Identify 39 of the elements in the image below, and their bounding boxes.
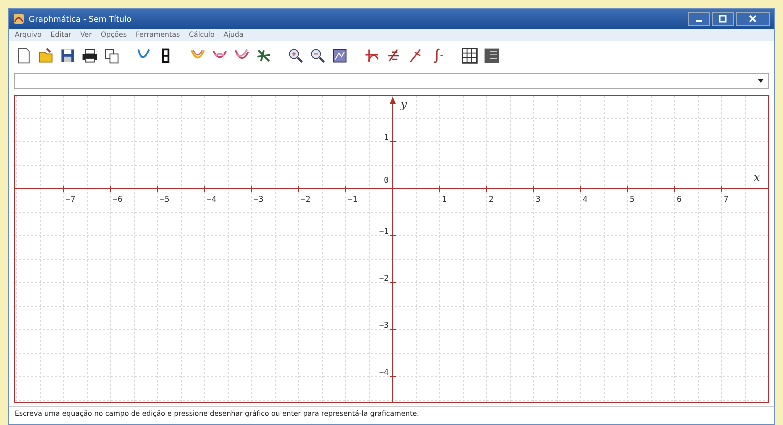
window-title: Graphmática - Sem Título <box>29 14 132 24</box>
y-tick-label: −3 <box>379 321 389 330</box>
new-document-icon[interactable] <box>15 47 33 65</box>
minimize-button[interactable] <box>688 12 710 26</box>
zoom-in-icon[interactable] <box>287 47 305 65</box>
x-tick-label: 1 <box>442 195 447 204</box>
y-tick-label: −1 <box>379 227 389 236</box>
maximize-button[interactable] <box>712 12 734 26</box>
x-tick-label: −4 <box>207 195 217 204</box>
copy-icon[interactable] <box>103 47 121 65</box>
close-button[interactable] <box>736 12 770 26</box>
origin-label: 0 <box>384 176 389 185</box>
x-tick-label: −2 <box>301 195 311 204</box>
x-tick-label: 7 <box>724 195 729 204</box>
app-icon <box>13 13 25 25</box>
close-icon <box>749 15 757 23</box>
x-tick-label: −6 <box>113 195 123 204</box>
y-axis-label: y <box>401 98 408 111</box>
x-tick-label: 5 <box>630 195 635 204</box>
print-icon[interactable] <box>81 47 99 65</box>
x-tick-label: 3 <box>536 195 541 204</box>
graph-plot[interactable]: −7 −6 −5 −4 −3 −2 −1 1 2 3 4 5 6 7 1 −1 −2 −3 −4 0 y x <box>15 96 768 402</box>
folder-icon[interactable] <box>37 47 55 65</box>
x-axis-label: x <box>754 171 760 184</box>
x-tick-label: 6 <box>677 195 682 204</box>
dropdown-arrow-icon[interactable] <box>757 78 765 84</box>
y-tick-label: −4 <box>379 368 389 377</box>
x-tick-label: 4 <box>583 195 588 204</box>
maximize-icon <box>719 15 727 23</box>
zoom-out-icon[interactable] <box>309 47 327 65</box>
y-tick-label: 1 <box>384 133 389 142</box>
equation-field[interactable] <box>14 73 769 89</box>
save-icon[interactable] <box>59 47 77 65</box>
x-tick-label: −5 <box>160 195 170 204</box>
x-tick-label: −1 <box>348 195 358 204</box>
x-tick-label: −3 <box>254 195 264 204</box>
y-tick-label: −2 <box>379 274 389 283</box>
x-tick-label: −7 <box>66 195 76 204</box>
x-tick-label: 2 <box>489 195 494 204</box>
